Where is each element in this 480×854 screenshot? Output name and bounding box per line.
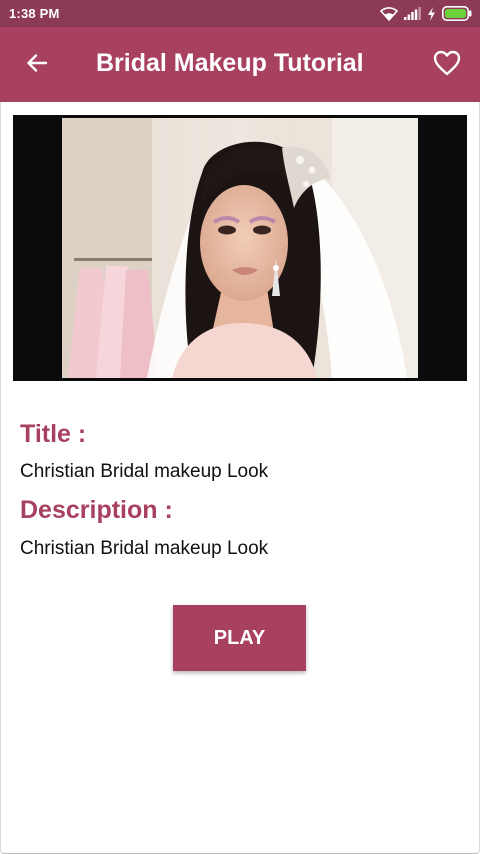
play-button[interactable]: PLAY	[173, 605, 306, 671]
description-value: Christian Bridal makeup Look	[20, 538, 269, 559]
back-button[interactable]	[18, 46, 56, 84]
title-value: Christian Bridal makeup Look	[20, 461, 269, 482]
bridal-makeup-thumbnail	[62, 118, 418, 378]
favorite-button[interactable]	[428, 46, 466, 84]
app-bar: Bridal Makeup Tutorial	[0, 27, 480, 102]
heart-outline-icon	[433, 50, 461, 81]
status-icons	[380, 6, 472, 21]
video-thumbnail[interactable]	[13, 115, 467, 381]
wifi-icon	[380, 6, 398, 21]
page-title: Bridal Makeup Tutorial	[96, 49, 364, 77]
charging-icon	[427, 6, 436, 21]
signal-icon	[404, 7, 421, 20]
status-bar: 1:38 PM	[0, 0, 480, 27]
title-label: Title :	[20, 420, 87, 448]
arrow-back-icon	[25, 51, 49, 80]
battery-icon	[442, 6, 472, 21]
description-label: Description :	[20, 496, 173, 524]
status-time: 1:38 PM	[9, 6, 60, 21]
